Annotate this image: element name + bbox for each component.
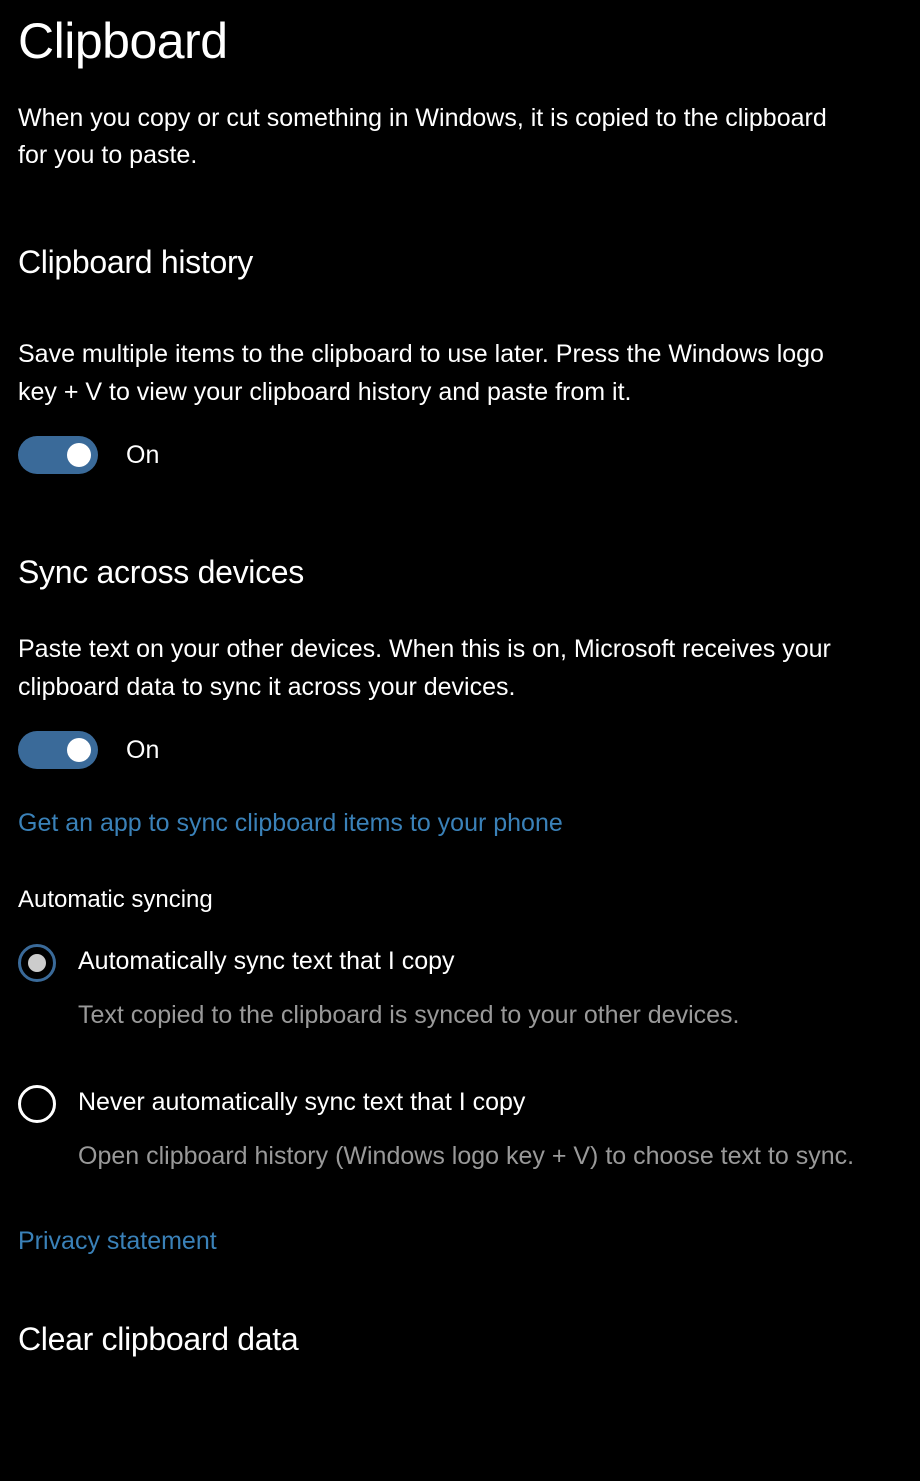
clipboard-history-toggle[interactable] [18, 436, 98, 474]
sync-devices-heading: Sync across devices [18, 554, 902, 591]
radio-never-sync-label: Never automatically sync text that I cop… [78, 1085, 902, 1120]
clipboard-history-toggle-label: On [126, 441, 159, 470]
sync-app-link[interactable]: Get an app to sync clipboard items to yo… [18, 809, 563, 838]
radio-auto-sync-desc: Text copied to the clipboard is synced t… [78, 997, 902, 1033]
sync-devices-toggle-label: On [126, 736, 159, 765]
radio-never-sync[interactable] [18, 1085, 56, 1123]
page-title: Clipboard [18, 12, 902, 70]
clipboard-history-desc: Save multiple items to the clipboard to … [18, 336, 858, 411]
toggle-knob-icon [67, 738, 91, 762]
sync-devices-desc: Paste text on your other devices. When t… [18, 631, 858, 706]
privacy-statement-link[interactable]: Privacy statement [18, 1227, 217, 1256]
page-intro: When you copy or cut something in Window… [18, 100, 858, 174]
automatic-syncing-heading: Automatic syncing [18, 886, 902, 914]
radio-auto-sync[interactable] [18, 944, 56, 982]
clear-clipboard-heading: Clear clipboard data [18, 1321, 902, 1358]
sync-devices-toggle[interactable] [18, 731, 98, 769]
radio-never-sync-desc: Open clipboard history (Windows logo key… [78, 1138, 902, 1174]
toggle-knob-icon [67, 443, 91, 467]
clipboard-history-heading: Clipboard history [18, 244, 902, 281]
radio-auto-sync-label: Automatically sync text that I copy [78, 944, 902, 979]
